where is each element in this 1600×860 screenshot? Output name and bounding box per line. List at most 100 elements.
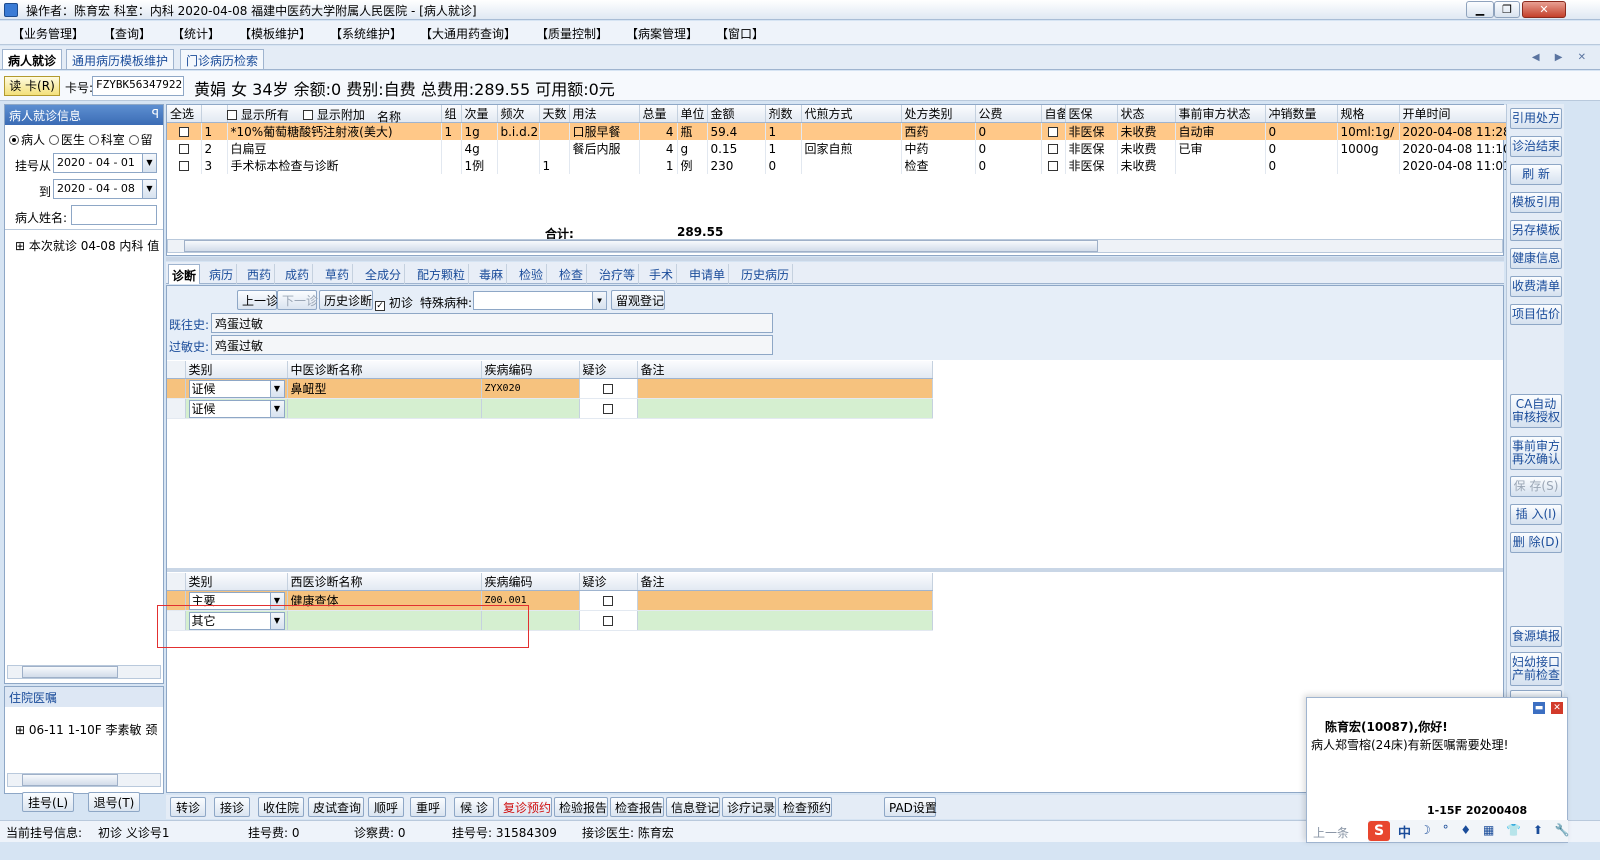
reg-to-date[interactable]: 2020 - 04 - 08 ▼: [53, 179, 157, 199]
tab-template-maintenance[interactable]: 通用病历模板维护: [66, 49, 175, 69]
pre-audit-confirm-button[interactable]: 事前审方再次确认: [1510, 436, 1562, 470]
item-estimate-button[interactable]: 项目估价: [1510, 304, 1562, 325]
inpatient-tree-item[interactable]: ⊞ 06-11 1-10F 李素敏 颈: [15, 721, 161, 738]
insert-button[interactable]: 插 入(I): [1510, 504, 1562, 525]
sogou-icon[interactable]: S: [1368, 821, 1390, 841]
first-visit-toggle[interactable]: 初诊: [375, 294, 413, 311]
tray-tool-icons[interactable]: ☽ ° ♦ ▦ 👕 ⬆ 🔧: [1420, 823, 1574, 837]
info-register-button[interactable]: 信息登记: [666, 797, 720, 817]
chevron-down-icon[interactable]: ▼: [269, 400, 284, 417]
past-history-input[interactable]: 鸡蛋过敏: [211, 313, 773, 333]
exam-report-button[interactable]: 检查报告: [610, 797, 664, 817]
tab-medical-record[interactable]: 病历: [206, 264, 238, 284]
table-row[interactable]: 1 *10%葡萄糖酸钙注射液(美大) 1 1g b.i.d.2 口服早餐 4 瓶…: [167, 122, 1556, 140]
register-button[interactable]: 挂号(L): [22, 792, 74, 812]
menu-business[interactable]: 【业务管理】: [12, 25, 84, 42]
next-visit-button[interactable]: 下一诊: [277, 290, 318, 310]
accept-button[interactable]: 接诊: [214, 797, 250, 817]
chevron-down-icon[interactable]: ▼: [142, 154, 156, 172]
row-checkbox[interactable]: [178, 160, 189, 171]
scroll-thumb[interactable]: [22, 666, 118, 678]
card-number-input[interactable]: FZYBK56347922: [92, 76, 184, 96]
lab-report-button[interactable]: 检验报告: [554, 797, 608, 817]
notify-prev[interactable]: 上一条: [1313, 824, 1349, 841]
end-visit-button[interactable]: 诊治结束: [1510, 136, 1562, 157]
tab-narcotics[interactable]: 毒麻: [476, 264, 508, 284]
tab-exam[interactable]: 检查: [556, 264, 588, 284]
charge-list-button[interactable]: 收费清单: [1510, 276, 1562, 297]
prev-visit-button[interactable]: 上一诊: [237, 290, 278, 310]
special-disease-select[interactable]: ▼: [473, 291, 607, 310]
tab-surgery[interactable]: 手术: [646, 264, 678, 284]
self-supply-checkbox[interactable]: [1048, 160, 1058, 171]
history-diagnosis-button[interactable]: 历史诊断: [319, 290, 373, 310]
chinese-mode-icon[interactable]: 中: [1398, 822, 1411, 841]
revisit-booking-button[interactable]: 复诊预约: [498, 797, 552, 817]
visit-tree-item[interactable]: ⊞ 本次就诊 04-08 内科 值: [15, 237, 161, 254]
tab-nav-arrows[interactable]: ◀ ▶ ✕: [1532, 52, 1592, 63]
health-info-button[interactable]: 健康信息: [1510, 248, 1562, 269]
tab-record-search[interactable]: 门诊病历检索: [180, 49, 265, 69]
patient-name-input[interactable]: [71, 205, 157, 225]
close-button[interactable]: ✕: [1522, 1, 1566, 18]
row-checkbox[interactable]: [178, 126, 189, 137]
suspect-checkbox[interactable]: [603, 403, 613, 414]
table-row[interactable]: 证候 ▼: [167, 398, 933, 419]
menu-drug-query[interactable]: 【大通用药查询】: [420, 25, 516, 42]
cite-prescription-button[interactable]: 引用处方: [1510, 108, 1562, 129]
splitter[interactable]: [166, 257, 1504, 261]
pad-settings-button[interactable]: PAD设置: [884, 797, 937, 817]
scroll-thumb[interactable]: [184, 240, 1098, 252]
tab-application[interactable]: 申请单: [686, 264, 730, 284]
refresh-button[interactable]: 刷 新: [1510, 164, 1562, 185]
left-hscroll[interactable]: [7, 665, 161, 679]
menu-query[interactable]: 【查询】: [103, 25, 151, 42]
radio-doctor[interactable]: [48, 135, 59, 145]
ca-auto-audit-button[interactable]: CA自动审核授权: [1510, 394, 1562, 428]
save-template-button[interactable]: 另存模板: [1510, 220, 1562, 241]
expand-icon[interactable]: ⊞: [15, 239, 25, 253]
delete-button[interactable]: 删 除(D): [1510, 532, 1562, 553]
reg-from-date[interactable]: 2020 - 04 - 01 ▼: [53, 153, 157, 173]
close-icon[interactable]: ✕: [1551, 702, 1563, 714]
restore-button[interactable]: ❐: [1494, 1, 1520, 18]
observation-register-button[interactable]: 留观登记: [611, 290, 665, 310]
menu-records[interactable]: 【病案管理】: [626, 25, 698, 42]
pin-icon[interactable]: ꟼ: [152, 107, 159, 121]
first-visit-checkbox[interactable]: [375, 301, 385, 311]
expand-icon[interactable]: ⊞: [15, 723, 25, 737]
menu-quality[interactable]: 【质量控制】: [536, 25, 608, 42]
tab-western-drug[interactable]: 西药: [244, 264, 276, 284]
category-combo[interactable]: 证候 ▼: [188, 379, 285, 398]
radio-stay[interactable]: [128, 135, 139, 145]
tab-history-record[interactable]: 历史病历: [738, 264, 794, 284]
scroll-thumb[interactable]: [22, 774, 118, 786]
radio-patient[interactable]: [9, 135, 19, 145]
menu-system[interactable]: 【系统维护】: [330, 25, 402, 42]
maternal-prenatal-button[interactable]: 妇幼接口产前检查: [1510, 652, 1562, 686]
tab-granules[interactable]: 配方颗粒: [414, 264, 470, 284]
suspect-checkbox[interactable]: [603, 383, 613, 394]
template-cite-button[interactable]: 模板引用: [1510, 192, 1562, 213]
waiting-button[interactable]: 候 诊: [454, 797, 494, 817]
tab-patent-drug[interactable]: 成药: [282, 264, 314, 284]
menu-stats[interactable]: 【统计】: [172, 25, 220, 42]
suspect-checkbox[interactable]: [603, 615, 613, 626]
self-supply-checkbox[interactable]: [1048, 143, 1058, 154]
suspect-checkbox[interactable]: [603, 595, 613, 606]
skin-test-button[interactable]: 皮试查询: [308, 797, 364, 817]
transfer-button[interactable]: 转诊: [170, 797, 206, 817]
table-row[interactable]: 3 手术标本检查与诊断 1例 1 1 例 230 0 检查 0 非医保 未收费 …: [167, 157, 1556, 174]
exam-booking-button[interactable]: 检查预约: [778, 797, 832, 817]
unregister-button[interactable]: 退号(T): [88, 792, 140, 812]
treatment-record-button[interactable]: 诊疗记录: [722, 797, 776, 817]
menu-template[interactable]: 【模板维护】: [239, 25, 311, 42]
minimize-button[interactable]: ▁: [1466, 1, 1494, 18]
minimize-icon[interactable]: ▬: [1533, 702, 1545, 714]
save-button[interactable]: 保 存(S): [1510, 476, 1562, 497]
tab-patient-visit[interactable]: 病人就诊: [2, 49, 63, 69]
table-row[interactable]: 证候 ▼ 鼻衄型 ZYX020: [167, 378, 933, 399]
col-select-all[interactable]: 全选: [167, 105, 202, 123]
tab-full-ingredient[interactable]: 全成分: [362, 264, 406, 284]
admit-button[interactable]: 收住院: [258, 797, 304, 817]
